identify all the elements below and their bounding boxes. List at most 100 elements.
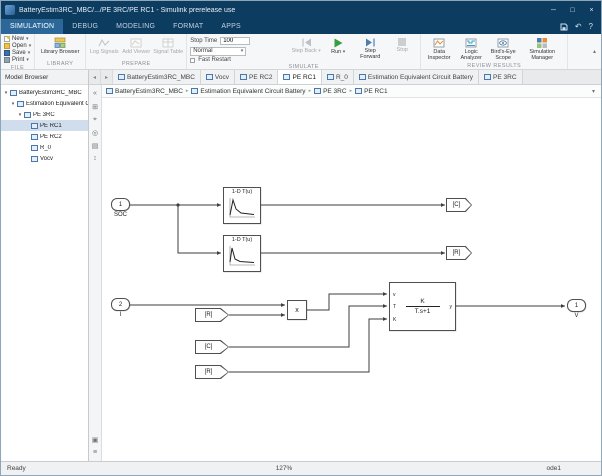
nav-back-icon[interactable]: ◂ — [89, 70, 101, 84]
step-back-icon — [302, 38, 311, 47]
titlebar: BatteryEstim3RC_MBC/.../PE 3RC/PE RC1 - … — [1, 1, 601, 19]
close-button[interactable]: × — [582, 1, 601, 19]
from-r1-block[interactable]: [R] — [195, 308, 229, 322]
transfer-fcn-block[interactable]: K T.s+1 v T K y — [389, 282, 456, 331]
product-block[interactable]: x — [287, 300, 307, 320]
expander-icon[interactable]: ▾ — [10, 101, 16, 107]
simulate-section-label: SIMULATE — [288, 64, 319, 70]
collapse-palette-icon[interactable]: « — [89, 87, 101, 100]
goto-c-block[interactable]: [C] — [446, 198, 472, 212]
doc-tab-pe-rc1[interactable]: PE RC1 — [278, 70, 322, 84]
open-button[interactable]: Open ▾ — [4, 43, 31, 50]
log-signals-button[interactable]: Log Signals — [89, 36, 119, 56]
birdseye-scope-button[interactable]: Bird's-Eye Scope — [488, 36, 518, 62]
simulation-mode-dropdown[interactable]: Normal ▾ — [190, 46, 247, 56]
tf-port-k: K — [393, 317, 397, 323]
stop-button[interactable]: Stop — [387, 36, 417, 54]
lookup-table-2-block[interactable]: 1-D T(u) — [223, 235, 261, 272]
subsystem-icon — [240, 74, 247, 80]
annotation-icon[interactable]: ▤ — [89, 139, 101, 152]
printer-icon — [4, 57, 10, 64]
crumb-pe-rc1[interactable]: PE RC1 — [355, 88, 388, 95]
tree-item-estimation-equivalent-circuit-battery[interactable]: ▾ Estimation Equivalent Circuit Battery — [1, 98, 88, 109]
step-forward-button[interactable]: Step Forward — [355, 36, 385, 61]
subsystem-icon — [31, 144, 38, 151]
area-select-icon[interactable]: ⊞ — [89, 100, 101, 113]
tree-item-r-0[interactable]: R_0 — [1, 142, 88, 153]
document-tab-bar: ◂ ▸ BatteryEstim3RC_MBC Vocv PE RC2 PE R… — [89, 70, 601, 85]
tree-item-pe-rc2[interactable]: PE RC2 — [1, 131, 88, 142]
tree-item-batteryestim3rc-mbc[interactable]: ▾ BatteryEstim3RC_MBC — [1, 87, 88, 98]
undo-icon[interactable]: ↶ — [575, 22, 582, 31]
inport-soc-label: SOC — [113, 212, 127, 218]
tree-item-pe-3rc[interactable]: ▾ PE 3RC — [1, 109, 88, 120]
inport-i-block[interactable]: 2 I — [111, 298, 130, 318]
save-button[interactable]: Save ▾ — [4, 50, 31, 57]
chevron-down-icon: ▾ — [27, 50, 31, 57]
crumb-estimation-equivalent-circuit-battery[interactable]: Estimation Equivalent Circuit Battery — [191, 88, 306, 95]
goto-r-block[interactable]: [R] — [446, 246, 472, 260]
subsystem-icon — [358, 74, 366, 80]
zoom-fit-icon[interactable]: ▣ — [89, 433, 101, 446]
fast-restart-checkbox[interactable] — [190, 57, 196, 63]
prepare-section: Log Signals Add Viewer Signal Table PREP… — [86, 34, 188, 69]
from-c-block[interactable]: [C] — [195, 340, 229, 354]
doc-tab-r-0[interactable]: R_0 — [321, 70, 354, 84]
stop-time-input[interactable] — [220, 37, 251, 45]
file-section: New ▾ Open ▾ Save ▾ Print ▾ FILE — [1, 34, 36, 69]
library-bricks-icon — [54, 37, 66, 48]
step-back-button[interactable]: Step Back ▾ — [291, 36, 321, 55]
library-browser-button[interactable]: Library Browser — [38, 36, 82, 56]
diagram-canvas[interactable]: 1 SOC 1-D T(u) 1-D T(u) [C] [R] 2 I [R] … — [102, 98, 601, 461]
doc-tab-vocv[interactable]: Vocv — [200, 70, 235, 84]
from-r2-block[interactable]: [R] — [195, 365, 229, 379]
data-inspector-button[interactable]: Data Inspector — [424, 36, 454, 62]
solver-name[interactable]: ode1 — [292, 465, 595, 472]
log-signals-label: Log Signals — [89, 49, 119, 55]
tree-item-pe-rc1[interactable]: PE RC1 — [1, 120, 88, 131]
subsystem-icon — [355, 88, 363, 94]
legend-icon[interactable]: ≡ — [89, 446, 101, 459]
doc-tab-pe-3rc[interactable]: PE 3RC — [479, 70, 523, 84]
simulink-window: BatteryEstim3RC_MBC/.../PE 3RC/PE RC1 - … — [0, 0, 602, 476]
print-label: Print — [12, 57, 25, 64]
crumb-pe-3rc[interactable]: PE 3RC — [314, 88, 347, 95]
inport-soc-block[interactable]: 1 SOC — [111, 198, 130, 218]
viewer-icon[interactable]: ◎ — [89, 126, 101, 139]
lookup-table-1-block[interactable]: 1-D T(u) — [223, 187, 261, 224]
chevron-down-icon: ▾ — [26, 36, 29, 43]
tab-format[interactable]: FORMAT — [164, 19, 212, 34]
collapse-ribbon-button[interactable]: ▴ — [588, 34, 601, 69]
tab-modeling[interactable]: MODELING — [107, 19, 164, 34]
from-c-label: [C] — [204, 344, 213, 350]
expander-icon[interactable]: ▾ — [17, 112, 23, 118]
outport-v-block[interactable]: 1 V — [567, 299, 586, 319]
maximize-button[interactable]: □ — [563, 1, 582, 19]
new-button[interactable]: New ▾ — [4, 36, 31, 43]
logic-analyzer-button[interactable]: Logic Analyzer — [456, 36, 486, 62]
help-icon[interactable]: ? — [589, 22, 593, 31]
library-section: Library Browser LIBRARY — [35, 34, 87, 69]
tab-simulation[interactable]: SIMULATION — [1, 19, 64, 34]
nav-forward-icon[interactable]: ▸ — [101, 70, 113, 84]
tab-apps[interactable]: APPS — [212, 19, 249, 34]
doc-tab-pe-rc2[interactable]: PE RC2 — [235, 70, 279, 84]
tab-debug[interactable]: DEBUG — [63, 19, 107, 34]
expander-icon[interactable]: ▾ — [3, 90, 9, 96]
library-browser-label: Library Browser — [40, 49, 80, 55]
crumb-batteryestim3rc-mbc[interactable]: BatteryEstim3RC_MBC — [106, 88, 183, 95]
crosshair-icon[interactable]: ⌖ — [89, 113, 101, 126]
minimize-button[interactable]: ─ — [544, 1, 563, 19]
doc-tab-batteryestim3rc-mbc[interactable]: BatteryEstim3RC_MBC — [113, 70, 201, 84]
breadcrumb-dropdown-icon[interactable]: ▾ — [592, 88, 597, 95]
doc-tab-estimation-equivalent-circuit-battery[interactable]: Estimation Equivalent Circuit Battery — [353, 70, 480, 84]
simulation-manager-button[interactable]: Simulation Manager — [520, 36, 564, 62]
signal-table-button[interactable]: Signal Table — [153, 36, 183, 56]
stop-label: Stop — [396, 47, 408, 53]
run-button[interactable]: Run ▾ — [323, 36, 353, 56]
subsystem-icon — [484, 74, 492, 80]
pan-icon[interactable]: ↕ — [89, 152, 101, 165]
tree-item-vocv[interactable]: Vocv — [1, 153, 88, 164]
add-viewer-button[interactable]: Add Viewer — [121, 36, 151, 56]
save-icon[interactable] — [560, 23, 568, 31]
